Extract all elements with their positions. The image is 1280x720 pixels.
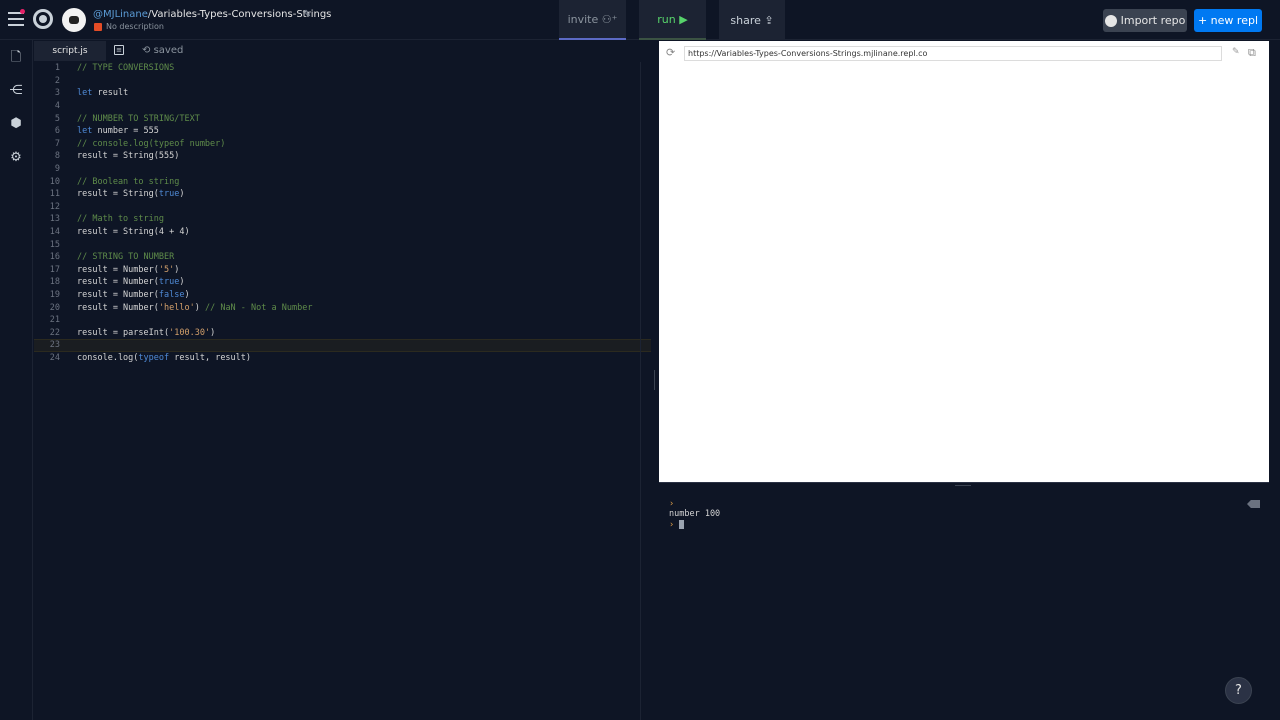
format-icon[interactable]: ≡ <box>114 45 124 55</box>
code-line: 1// TYPE CONVERSIONS <box>54 63 175 74</box>
code-line: 21 <box>49 315 60 326</box>
code-line: 6 let number = 555 <box>54 126 159 137</box>
webview-pane: ⟳ https://Variables-Types-Conversions-St… <box>659 41 1269 482</box>
menu-icon[interactable] <box>8 12 24 26</box>
code-line: 14 result = String(4 + 4) <box>49 227 190 238</box>
code-line: 2 <box>54 75 60 86</box>
right-scrollbar[interactable] <box>1269 40 1280 720</box>
code-line: 16// STRING TO NUMBER <box>49 252 175 263</box>
code-line: 13// Math to string <box>49 214 164 225</box>
code-line: 10// Boolean to string <box>49 176 180 187</box>
version-control-icon[interactable]: ⋲ <box>8 83 24 99</box>
top-bar: @MJLinane/Variables-Types-Conversions-St… <box>0 0 1280 40</box>
code-line: 8 result = String(555) <box>54 151 180 162</box>
settings-gear-icon[interactable]: ⚙ <box>8 150 24 166</box>
sidebar: 🗋 ⋲ ⬢ ⚙ <box>0 40 33 720</box>
help-button[interactable]: ? <box>1225 677 1252 704</box>
code-line-active: 23 <box>34 339 651 352</box>
files-icon[interactable]: 🗋 <box>8 50 24 66</box>
code-line: 12 <box>49 201 60 212</box>
share-icon: ⇪ <box>764 13 774 27</box>
avatar[interactable] <box>62 8 86 32</box>
code-line: 24 console.log(typeof result, result) <box>49 353 252 364</box>
code-line: 15 <box>49 239 60 250</box>
run-button[interactable]: run ▶ <box>639 0 706 40</box>
open-new-tab-icon[interactable]: ⧉ <box>1248 46 1256 60</box>
code-line: 18 result = Number(true) <box>49 277 185 288</box>
code-line: 11 result = String(true) <box>49 189 185 200</box>
text-cursor <box>679 520 685 529</box>
clear-console-icon[interactable] <box>1247 500 1260 508</box>
refresh-icon[interactable]: ⟳ <box>666 46 675 59</box>
notification-dot <box>20 9 25 14</box>
owner-link[interactable]: @MJLinane <box>93 9 148 20</box>
add-user-icon: ⚇⁺ <box>601 12 618 26</box>
url-bar[interactable]: https://Variables-Types-Conversions-Stri… <box>684 46 1222 61</box>
code-line: 19 result = Number(false) <box>49 290 190 301</box>
play-icon: ▶ <box>679 12 688 26</box>
edit-url-icon[interactable]: ✎ <box>1232 47 1240 57</box>
code-editor[interactable]: 1// TYPE CONVERSIONS 2 3 let result 4 5//… <box>34 62 651 720</box>
file-tab-script[interactable]: script.js <box>34 41 106 61</box>
code-line: 20 result = Number('hello') // NaN - Not … <box>49 302 313 313</box>
console-input-line[interactable]: › <box>669 520 685 530</box>
console-prompt: › <box>669 499 675 509</box>
editor-scroll-edge <box>640 62 641 720</box>
console-divider[interactable] <box>659 482 1269 489</box>
console-pane[interactable]: › number 100 › <box>659 489 1269 720</box>
packages-icon[interactable]: ⬢ <box>8 116 24 132</box>
editor-tab-bar: script.js ≡ ⟲ saved <box>34 41 651 61</box>
repl-description[interactable]: No description <box>106 22 164 31</box>
replit-logo-icon[interactable] <box>33 9 53 29</box>
import-repo-button[interactable]: Import repo <box>1103 9 1187 32</box>
repl-title: @MJLinane/Variables-Types-Conversions-St… <box>93 9 332 20</box>
code-line: 3 let result <box>54 88 129 99</box>
github-icon <box>1104 14 1117 27</box>
code-line: 4 <box>54 101 60 112</box>
save-status: ⟲ saved <box>142 45 184 56</box>
code-line: 17 result = Number('5') <box>49 264 180 275</box>
code-line: 5// NUMBER TO STRING/TEXT <box>54 113 200 124</box>
edit-pencil-icon[interactable]: ✎ <box>303 9 311 20</box>
invite-button[interactable]: invite ⚇⁺ <box>559 0 626 40</box>
code-line: 9 <box>54 164 60 175</box>
share-button[interactable]: share ⇪ <box>719 0 785 40</box>
console-output: number 100 <box>669 509 721 519</box>
html5-icon <box>94 23 102 31</box>
code-line: 7// console.log(typeof number) <box>54 138 226 149</box>
code-line: 22 result = parseInt('100.30') <box>49 327 216 338</box>
pane-splitter[interactable] <box>651 40 659 720</box>
new-repl-button[interactable]: + new repl <box>1194 9 1262 32</box>
